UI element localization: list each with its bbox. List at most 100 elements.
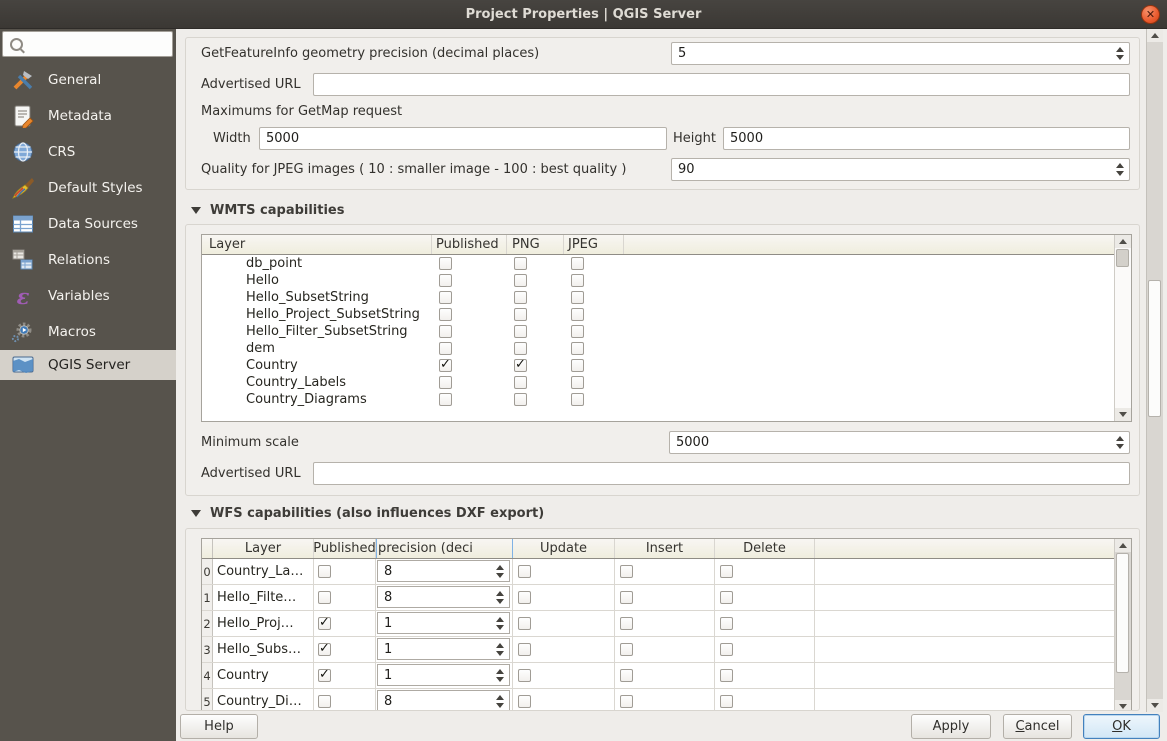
delete-checkbox[interactable] [720,695,733,708]
png-checkbox[interactable] [514,274,527,287]
layer-name[interactable]: db_point [246,255,302,272]
published-checkbox[interactable] [439,325,452,338]
precision-spinbox[interactable]: 8 [377,690,510,711]
layer-name[interactable]: Hello_Subs… [213,637,314,662]
scroll-down-button[interactable] [1115,700,1131,711]
published-checkbox[interactable] [439,257,452,270]
row-number[interactable]: 1 [202,585,213,610]
precision-spinbox[interactable]: 1 [377,638,510,660]
help-button[interactable]: Help [180,714,258,739]
spinner-arrows-icon[interactable] [493,691,506,711]
delete-checkbox[interactable] [720,591,733,604]
layer-name[interactable]: dem [246,340,275,357]
wmts-table-scrollbar[interactable] [1114,235,1131,421]
png-checkbox[interactable] [514,257,527,270]
png-checkbox[interactable] [514,359,527,372]
sidebar-item-qgis-server[interactable]: QGIS Server [0,350,176,380]
jpeg-checkbox[interactable] [571,308,584,321]
insert-checkbox[interactable] [620,643,633,656]
layer-name[interactable]: Hello_SubsetString [246,289,369,306]
update-checkbox[interactable] [518,669,531,682]
row-number[interactable]: 0 [202,559,213,584]
layer-name[interactable]: Hello_Project_SubsetString [246,306,420,323]
png-checkbox[interactable] [514,393,527,406]
jpeg-checkbox[interactable] [571,342,584,355]
published-checkbox[interactable] [318,617,331,630]
row-number[interactable]: 2 [202,611,213,636]
advertised-url-input[interactable] [313,73,1130,96]
insert-checkbox[interactable] [620,695,633,708]
scroll-up-button[interactable] [1147,29,1163,42]
wmts-table-row[interactable]: Country_Diagrams [202,391,1131,408]
scroll-up-button[interactable] [1115,539,1131,552]
wmts-table-header[interactable]: Layer Published PNG JPEG [202,235,1131,255]
layer-name[interactable]: Hello_Proj… [213,611,314,636]
sidebar-item-relations[interactable]: Relations [0,242,176,278]
layer-name[interactable]: Hello [246,272,279,289]
cancel-button[interactable]: Cancel [1003,714,1072,739]
layer-name[interactable]: Country_La… [213,559,314,584]
wmts-table-row[interactable]: Country_Labels [202,374,1131,391]
update-checkbox[interactable] [518,695,531,708]
layer-name[interactable]: Country [213,663,314,688]
wfs-table-row[interactable]: 4 Country 1 [202,663,1131,689]
column-header-layer[interactable]: Layer [202,235,432,254]
sidebar-item-data-sources[interactable]: Data Sources [0,206,176,242]
published-checkbox[interactable] [439,359,452,372]
jpeg-checkbox[interactable] [571,359,584,372]
spinner-arrows-icon[interactable] [493,561,506,581]
wmts-section-header[interactable]: WMTS capabilities [191,201,345,219]
wfs-table-row[interactable]: 2 Hello_Proj… 1 [202,611,1131,637]
scrollbar-handle[interactable] [1116,553,1129,673]
spinner-arrows-icon[interactable] [493,665,506,685]
scroll-up-button[interactable] [1115,235,1131,248]
column-header-precision[interactable]: precision (deci [376,539,513,558]
wmts-table-row[interactable]: Hello_Project_SubsetString [202,306,1131,323]
png-checkbox[interactable] [514,308,527,321]
published-checkbox[interactable] [439,393,452,406]
delete-checkbox[interactable] [720,643,733,656]
layer-name[interactable]: Country_Diagrams [246,391,367,408]
wmts-table-row[interactable]: Hello_SubsetString [202,289,1131,306]
sidebar-item-metadata[interactable]: Metadata [0,98,176,134]
jpeg-quality-spinbox[interactable]: 90 [671,158,1130,181]
layer-name[interactable]: Country_Di… [213,689,314,711]
spinner-arrows-icon[interactable] [493,613,506,633]
precision-spinbox[interactable]: 8 [377,560,510,582]
spinner-arrows-icon[interactable] [1113,159,1126,180]
column-header-update[interactable]: Update [513,539,615,558]
insert-checkbox[interactable] [620,669,633,682]
delete-checkbox[interactable] [720,617,733,630]
wmts-advertised-url-input[interactable] [313,462,1130,485]
published-checkbox[interactable] [318,565,331,578]
minimum-scale-spinbox[interactable]: 5000 [669,431,1130,454]
precision-spinbox[interactable]: 1 [377,612,510,634]
spinner-arrows-icon[interactable] [493,587,506,607]
sidebar-item-default-styles[interactable]: Default Styles [0,170,176,206]
apply-button[interactable]: Apply [911,714,991,739]
png-checkbox[interactable] [514,291,527,304]
jpeg-checkbox[interactable] [571,325,584,338]
published-checkbox[interactable] [439,376,452,389]
insert-checkbox[interactable] [620,591,633,604]
row-number[interactable]: 3 [202,637,213,662]
sidebar-item-macros[interactable]: Macros [0,314,176,350]
scrollbar-handle[interactable] [1116,249,1129,267]
sidebar-item-variables[interactable]: ε Variables [0,278,176,314]
column-header-png[interactable]: PNG [507,235,564,254]
row-number[interactable]: 5 [202,689,213,711]
titlebar[interactable]: Project Properties | QGIS Server ✕ [0,0,1167,29]
wfs-table-row[interactable]: 0 Country_La… 8 [202,559,1131,585]
layer-name[interactable]: Country [246,357,298,374]
wfs-section-header[interactable]: WFS capabilities (also influences DXF ex… [191,504,544,522]
published-checkbox[interactable] [318,669,331,682]
close-button[interactable]: ✕ [1141,5,1160,24]
scroll-down-button[interactable] [1115,408,1131,421]
scroll-down-button[interactable] [1147,699,1163,712]
wmts-table-row[interactable]: db_point [202,255,1131,272]
wmts-table-row[interactable]: Hello [202,272,1131,289]
getfeatureinfo-spinbox[interactable]: 5 [671,42,1130,65]
sidebar-item-general[interactable]: General [0,62,176,98]
published-checkbox[interactable] [439,291,452,304]
published-checkbox[interactable] [439,342,452,355]
